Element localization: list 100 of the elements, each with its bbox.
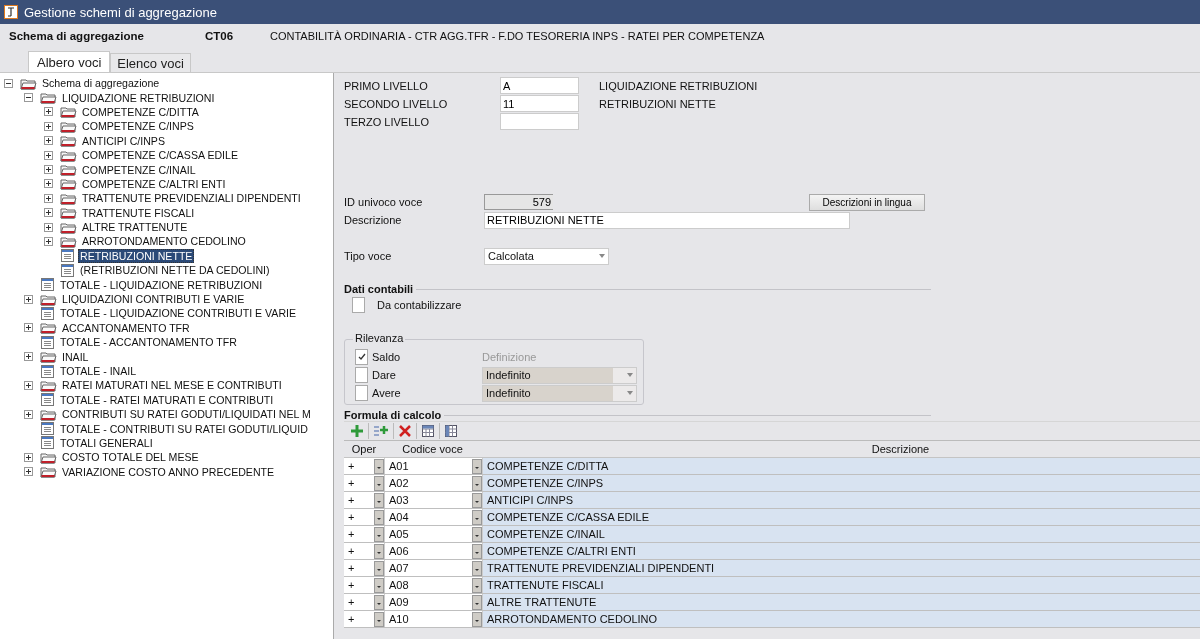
folder-icon bbox=[60, 119, 77, 133]
code-cell[interactable]: A02 bbox=[385, 477, 409, 489]
tree-item[interactable]: TRATTENUTE FISCALI bbox=[80, 205, 197, 220]
checkbox[interactable] bbox=[355, 385, 368, 401]
expand-icon[interactable] bbox=[44, 179, 53, 189]
expand-icon[interactable] bbox=[44, 222, 53, 232]
description-field[interactable]: RETRIBUZIONI NETTE bbox=[484, 211, 850, 229]
expand-icon[interactable] bbox=[24, 352, 33, 362]
expand-icon[interactable] bbox=[44, 208, 53, 218]
description-cell: TRATTENUTE FISCALI bbox=[483, 577, 1200, 593]
dropdown-button[interactable] bbox=[374, 509, 384, 525]
expand-icon[interactable] bbox=[24, 380, 33, 390]
code-cell[interactable]: A04 bbox=[385, 511, 409, 523]
dropdown-button[interactable] bbox=[472, 611, 482, 627]
expand-icon[interactable] bbox=[44, 150, 53, 160]
tree-item[interactable]: RATEI MATURATI NEL MESE E CONTRIBUTI bbox=[60, 378, 284, 393]
tree-item[interactable]: TOTALE - INAIL bbox=[58, 364, 139, 378]
tree-item[interactable]: ACCANTONAMENTO TFR bbox=[60, 320, 192, 335]
checkbox-label: Avere bbox=[372, 387, 402, 399]
expand-icon[interactable] bbox=[24, 452, 33, 462]
level-field[interactable] bbox=[500, 113, 579, 130]
tab[interactable]: Elenco voci bbox=[110, 53, 191, 72]
level-field[interactable]: 11 bbox=[500, 95, 579, 112]
expand-icon[interactable] bbox=[24, 409, 33, 419]
tree-item[interactable]: ARROTONDAMENTO CEDOLINO bbox=[80, 234, 248, 249]
tree-item[interactable]: COSTO TOTALE DEL MESE bbox=[60, 450, 201, 465]
tree-item[interactable]: COMPETENZE C/INAIL bbox=[80, 162, 198, 177]
tree-item[interactable]: TOTALI GENERALI bbox=[58, 435, 155, 450]
tree-item[interactable]: ANTICIPI C/INPS bbox=[80, 133, 167, 148]
tree-item[interactable]: TOTALE - CONTRIBUTI SU RATEI GODUTI/LIQUID bbox=[58, 421, 310, 436]
tree-item[interactable]: TRATTENUTE PREVIDENZIALI DIPENDENTI bbox=[80, 191, 303, 206]
expand-icon[interactable] bbox=[24, 467, 33, 477]
tree-item[interactable]: Schema di aggregazione bbox=[40, 76, 162, 91]
dropdown-button[interactable] bbox=[374, 577, 384, 593]
level-field[interactable]: A bbox=[500, 77, 579, 94]
tree-item[interactable]: COMPETENZE C/DITTA bbox=[80, 104, 201, 119]
expand-icon[interactable] bbox=[44, 136, 53, 146]
expand-icon[interactable] bbox=[24, 294, 33, 304]
tree-item[interactable]: TOTALE - LIQUIDAZIONE CONTRIBUTI E VARIE bbox=[58, 306, 299, 321]
dropdown-button[interactable] bbox=[374, 611, 384, 627]
id-field[interactable]: 579 bbox=[484, 194, 553, 210]
table-icon[interactable] bbox=[444, 424, 458, 438]
dropdown-button[interactable] bbox=[472, 526, 482, 542]
tree-item[interactable]: VARIAZIONE COSTO ANNO PRECEDENTE bbox=[60, 464, 277, 479]
collapse-icon[interactable] bbox=[4, 78, 13, 88]
insert-row-icon[interactable] bbox=[373, 424, 389, 438]
dropdown-button[interactable] bbox=[472, 492, 482, 508]
code-cell[interactable]: A01 bbox=[385, 460, 409, 472]
tree-item[interactable]: ALTRE TRATTENUTE bbox=[80, 220, 190, 235]
dropdown-button[interactable] bbox=[472, 577, 482, 593]
dropdown-button[interactable] bbox=[374, 526, 384, 542]
dropdown-button[interactable] bbox=[374, 458, 384, 474]
tree-item[interactable]: INAIL bbox=[60, 349, 91, 364]
tree-item[interactable]: (RETRIBUZIONI NETTE DA CEDOLINI) bbox=[78, 263, 272, 278]
dropdown-button[interactable] bbox=[472, 560, 482, 576]
code-cell[interactable]: A05 bbox=[385, 528, 409, 540]
code-cell[interactable]: A08 bbox=[385, 579, 409, 591]
tree-item[interactable]: CONTRIBUTI SU RATEI GODUTI/LIQUIDATI NEL M bbox=[60, 407, 313, 422]
dropdown-button[interactable] bbox=[472, 509, 482, 525]
tree-item[interactable]: TOTALE - ACCANTONAMENTO TFR bbox=[58, 335, 239, 350]
grid-icon[interactable] bbox=[421, 424, 435, 438]
tree-item[interactable]: COMPETENZE C/CASSA EDILE bbox=[80, 148, 240, 163]
checkbox[interactable] bbox=[352, 297, 365, 313]
tree-item[interactable]: COMPETENZE C/ALTRI ENTI bbox=[80, 176, 228, 191]
tree-item[interactable]: RETRIBUZIONI NETTE bbox=[78, 248, 195, 263]
dropdown-button[interactable] bbox=[374, 543, 384, 559]
checkbox[interactable] bbox=[355, 367, 368, 383]
code-cell[interactable]: A09 bbox=[385, 596, 409, 608]
expand-icon[interactable] bbox=[24, 323, 33, 333]
type-dropdown[interactable]: Calcolata bbox=[484, 247, 609, 265]
code-cell[interactable]: A07 bbox=[385, 562, 409, 574]
code-cell[interactable]: A06 bbox=[385, 545, 409, 557]
tab[interactable]: Albero voci bbox=[28, 51, 111, 72]
code-cell[interactable]: A03 bbox=[385, 494, 409, 506]
dropdown-button[interactable] bbox=[472, 475, 482, 491]
expand-icon[interactable] bbox=[44, 237, 53, 246]
dropdown-button[interactable] bbox=[374, 475, 384, 491]
dropdown-button[interactable] bbox=[472, 594, 482, 610]
dropdown-button[interactable] bbox=[472, 458, 482, 474]
checkbox[interactable] bbox=[355, 349, 368, 365]
add-icon[interactable] bbox=[350, 424, 364, 438]
expand-icon[interactable] bbox=[44, 121, 53, 131]
languages-button[interactable]: Descrizioni in lingua bbox=[809, 193, 925, 211]
expand-icon[interactable] bbox=[44, 193, 53, 203]
tree-item[interactable]: LIQUIDAZIONI CONTRIBUTI E VARIE bbox=[60, 292, 247, 307]
expand-icon[interactable] bbox=[44, 107, 53, 117]
dropdown-button[interactable] bbox=[374, 492, 384, 508]
dropdown-button[interactable] bbox=[374, 594, 384, 610]
dropdown-button[interactable] bbox=[374, 560, 384, 576]
expand-icon[interactable] bbox=[44, 165, 53, 175]
relevance-dropdown[interactable]: Indefinito bbox=[482, 384, 637, 402]
dropdown-button[interactable] bbox=[472, 543, 482, 559]
code-cell[interactable]: A10 bbox=[385, 613, 409, 625]
tree-item[interactable]: COMPETENZE C/INPS bbox=[80, 119, 196, 134]
delete-icon[interactable] bbox=[398, 424, 412, 438]
relevance-dropdown[interactable]: Indefinito bbox=[482, 366, 637, 384]
collapse-icon[interactable] bbox=[24, 93, 33, 103]
tree-item[interactable]: TOTALE - RATEI MATURATI E CONTRIBUTI bbox=[58, 392, 276, 407]
tree-item[interactable]: TOTALE - LIQUIDAZIONE RETRIBUZIONI bbox=[58, 277, 265, 292]
tree-item[interactable]: LIQUIDAZIONE RETRIBUZIONI bbox=[60, 90, 217, 105]
